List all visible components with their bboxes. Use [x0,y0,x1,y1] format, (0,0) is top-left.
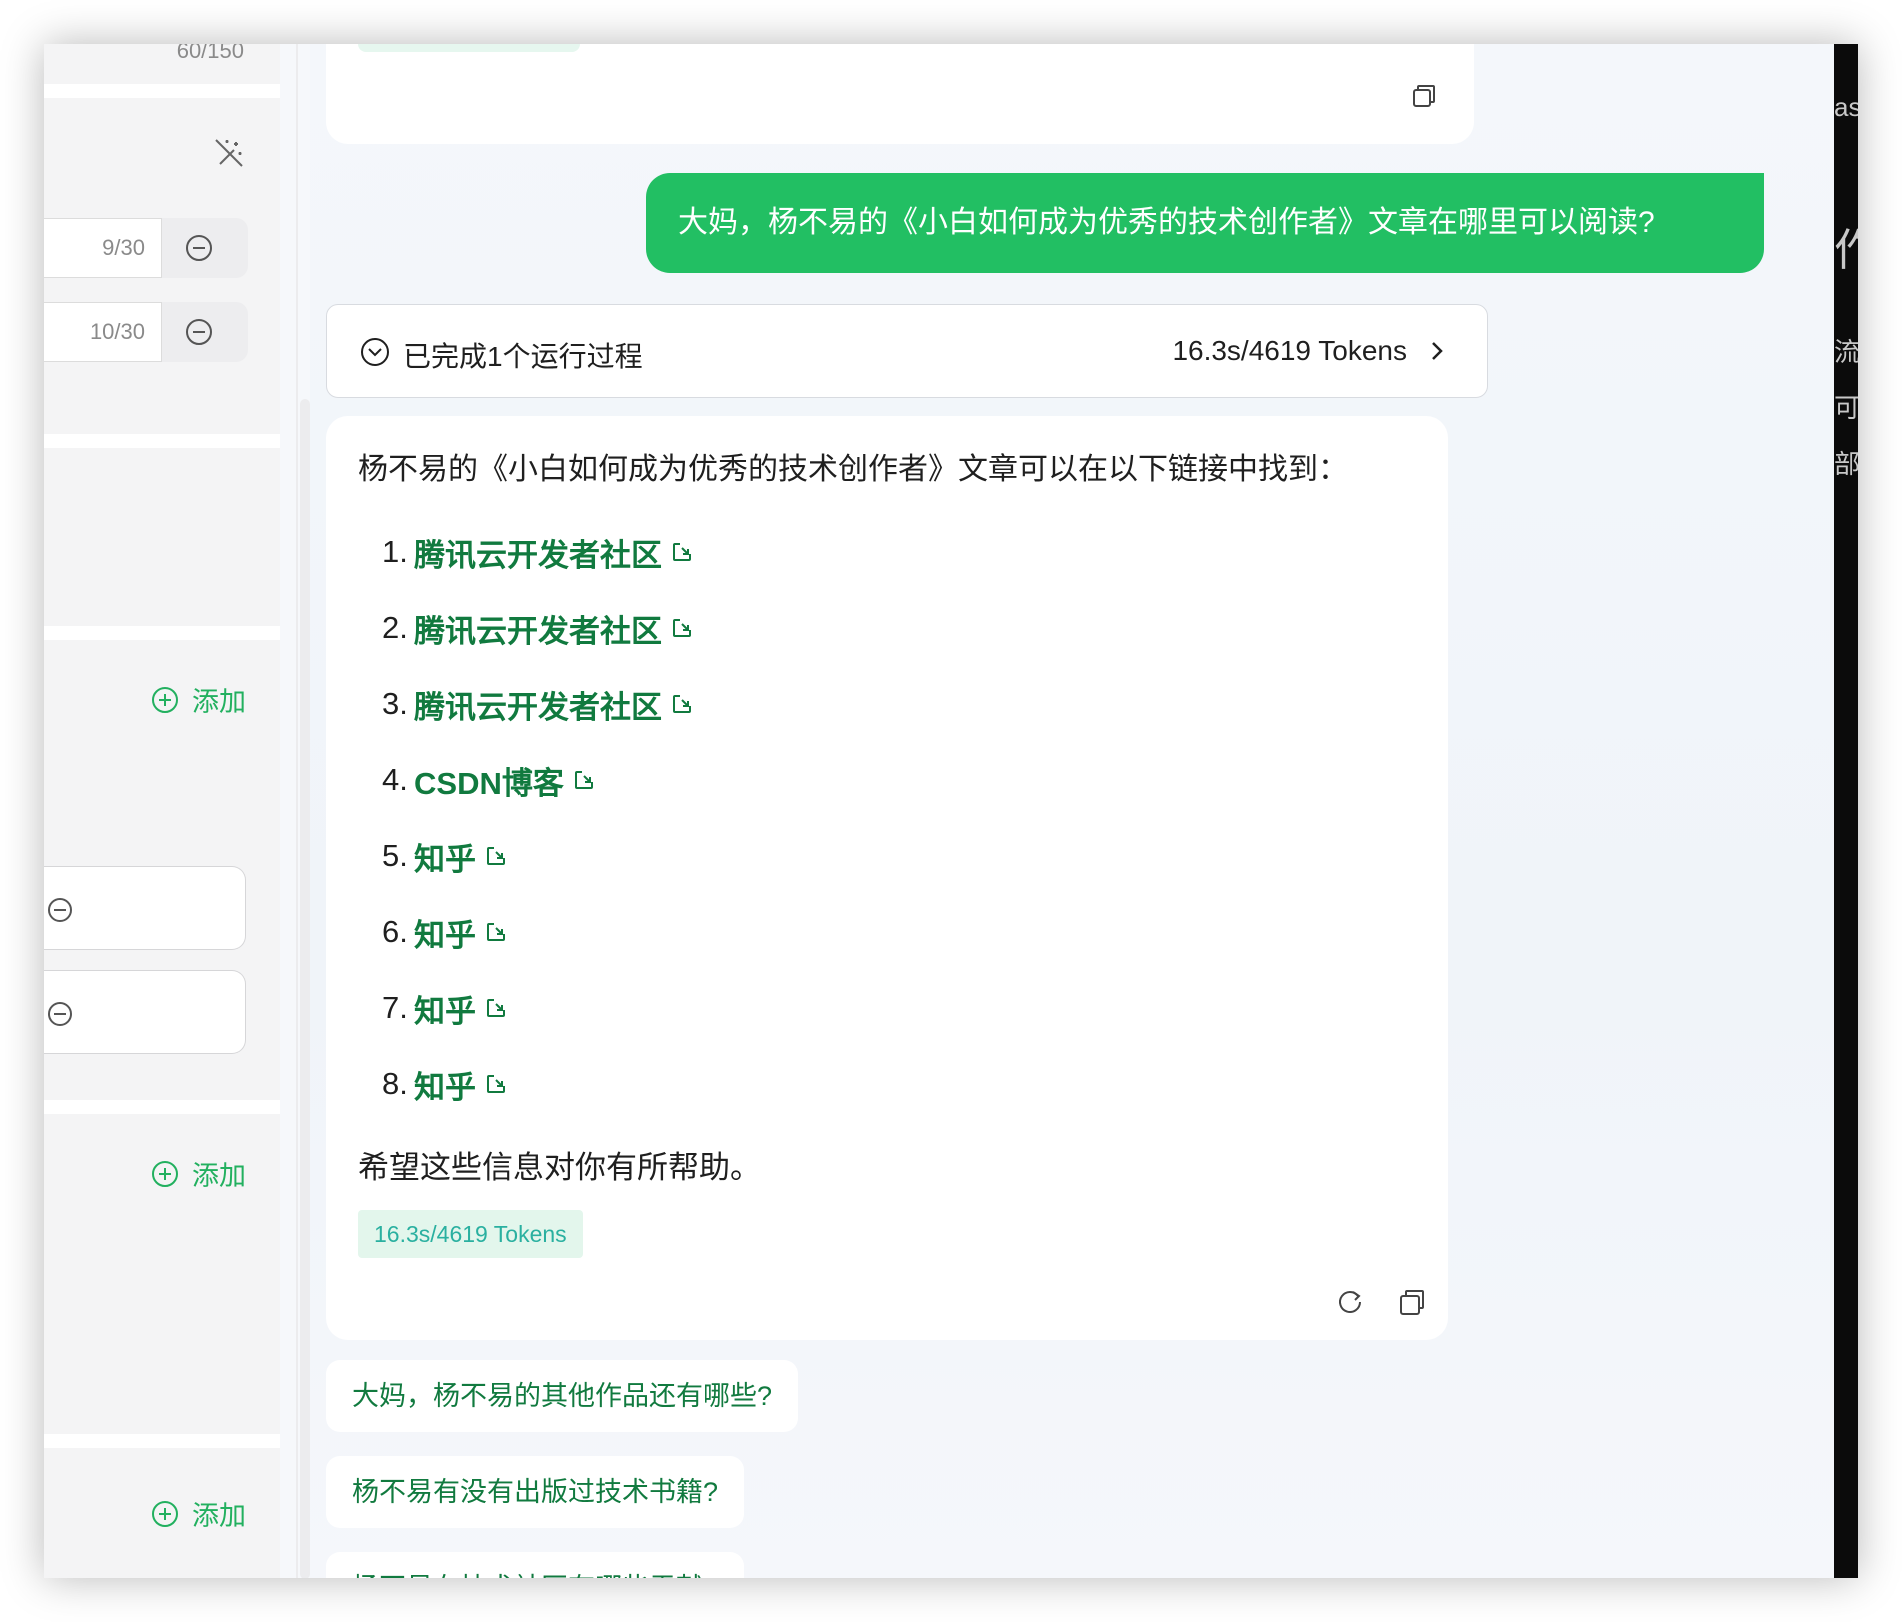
external-link-icon[interactable] [572,768,596,792]
minus-circle-icon[interactable] [46,1000,74,1033]
panel-divider [296,44,298,1578]
source-link[interactable]: 知乎 [414,834,476,879]
magic-wand-off-icon[interactable] [212,136,246,175]
plus-circle-icon [152,686,178,713]
list-item: 8. 知乎 [382,1046,694,1122]
suggested-question-3[interactable]: 杨不易在技术社区有哪些贡献? [326,1552,745,1578]
app-window: 60/150 9/30 10/30 添加 添加 添加 大妈，杨不易的《小白如何成… [44,44,1858,1578]
previous-answer-card [326,44,1474,144]
list-item: 4. CSDN博客 [382,742,694,818]
add-variable-button[interactable]: 添加 [150,680,246,719]
source-link[interactable]: 知乎 [414,1062,476,1107]
refresh-icon[interactable] [1334,1286,1366,1323]
add-tool-label: 添加 [192,1501,246,1531]
edge-text-fragment: as [1834,92,1858,122]
list-item: 3. 腾讯云开发者社区 [382,666,694,742]
source-link[interactable]: 知乎 [414,986,476,1031]
external-link-icon[interactable] [670,692,694,716]
edge-text-fragment: 部 [1834,449,1858,479]
copy-icon[interactable] [1410,82,1438,115]
variable-field-2[interactable] [44,970,246,1054]
run-process-label: 已完成1个运行过程 [403,341,643,372]
external-link-icon[interactable] [484,844,508,868]
token-usage-tag: 16.3s/4619 Tokens [358,1210,583,1258]
run-process-bar[interactable]: 已完成1个运行过程 16.3s/4619 Tokens [326,304,1488,398]
question-row-2: 10/30 [44,302,248,362]
question-row-1: 9/30 [44,218,248,278]
minus-circle-icon[interactable] [184,317,214,352]
external-link-icon[interactable] [670,616,694,640]
source-link[interactable]: CSDN博客 [414,758,564,803]
add-variable-label: 添加 [192,687,246,717]
user-message: 大妈，杨不易的《小白如何成为优秀的技术创作者》文章在哪里可以阅读? [646,173,1764,273]
left-scrollbar[interactable] [300,399,310,1578]
plus-circle-icon [152,1160,178,1187]
config-card-empty [44,448,280,626]
plus-circle-icon [152,1500,178,1527]
answer-intro: 杨不易的《小白如何成为优秀的技术创作者》文章可以在以下链接中找到： [358,453,1348,486]
source-link[interactable]: 腾讯云开发者社区 [414,682,662,727]
config-card-tools: 添加 [44,1448,280,1578]
config-card-prompt: 60/150 [44,44,280,84]
suggested-question-1[interactable]: 大妈，杨不易的其他作品还有哪些? [326,1360,799,1432]
config-card-questions: 9/30 10/30 [44,98,280,434]
external-link-icon[interactable] [484,1072,508,1096]
answer-link-list: 1. 腾讯云开发者社区 2. 腾讯云开发者社区 3. 腾讯云开发者社区 4. CSDN博… [382,514,694,1122]
add-tool-button[interactable]: 添加 [150,1494,246,1533]
source-link[interactable]: 腾讯云开发者社区 [414,606,662,651]
source-link[interactable]: 腾讯云开发者社区 [414,530,662,575]
minus-circle-icon[interactable] [46,896,74,929]
suggested-question-2[interactable]: 杨不易有没有出版过技术书籍? [326,1456,745,1528]
source-link[interactable]: 知乎 [414,910,476,955]
list-item: 1. 腾讯云开发者社区 [382,514,694,590]
config-panel: 60/150 9/30 10/30 添加 添加 添加 [44,44,280,1578]
external-link-icon[interactable] [484,920,508,944]
run-process-stats: 16.3s/4619 Tokens [1172,335,1407,366]
add-knowledge-label: 添加 [192,1161,246,1191]
external-link-icon[interactable] [484,996,508,1020]
answer-outro: 希望这些信息对你有所帮助。 [358,1150,761,1185]
config-card-variables: 添加 [44,640,280,1100]
question-input-1[interactable]: 9/30 [44,218,162,278]
answer-actions [1334,1286,1428,1323]
list-item: 5. 知乎 [382,818,694,894]
minus-circle-icon[interactable] [184,233,214,268]
list-item: 6. 知乎 [382,894,694,970]
chevron-down-circle-icon [359,336,391,373]
previous-token-tag [358,44,580,52]
config-card-knowledge: 添加 [44,1114,280,1434]
question-input-2[interactable]: 10/30 [44,302,162,362]
edge-text-fragment: 作 [1834,226,1858,275]
list-item: 7. 知乎 [382,970,694,1046]
prompt-char-counter: 60/150 [176,44,244,63]
list-item: 2. 腾讯云开发者社区 [382,590,694,666]
edge-text-fragment: 可 [1834,393,1858,423]
chat-area: 大妈，杨不易的《小白如何成为优秀的技术创作者》文章在哪里可以阅读? 已完成1个运… [310,44,1858,1578]
variable-field-1[interactable] [44,866,246,950]
add-knowledge-button[interactable]: 添加 [150,1154,246,1193]
chevron-right-icon [1427,338,1447,369]
edge-text-fragment: 流 [1834,337,1858,367]
copy-icon[interactable] [1396,1286,1428,1323]
assistant-answer-card: 杨不易的《小白如何成为优秀的技术创作者》文章可以在以下链接中找到： 1. 腾讯云开… [326,416,1448,1340]
external-link-icon[interactable] [670,540,694,564]
